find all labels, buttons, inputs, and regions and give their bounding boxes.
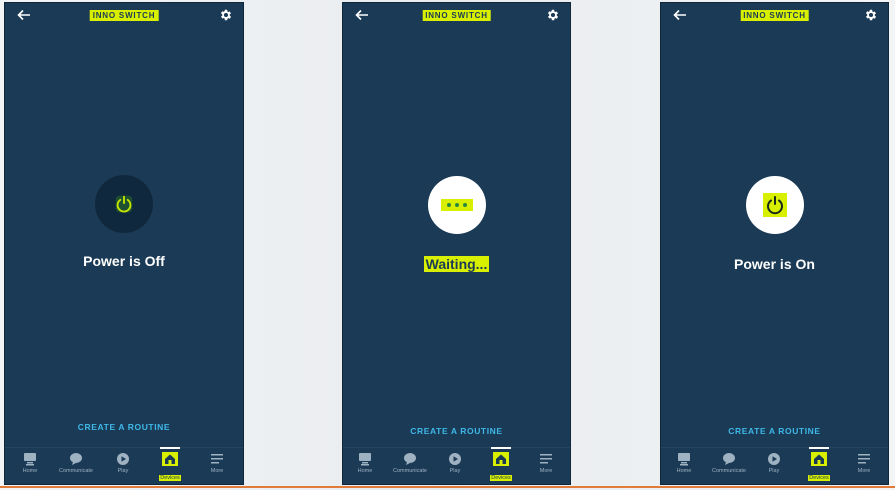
power-toggle-button[interactable] — [427, 176, 486, 234]
menu-icon — [858, 454, 870, 464]
chat-bubble-icon — [723, 453, 735, 465]
nav-more[interactable]: More — [526, 452, 566, 474]
back-arrow-icon[interactable] — [17, 9, 31, 21]
active-tab-indicator — [809, 447, 829, 449]
nav-play[interactable]: Play — [754, 452, 794, 474]
bottom-nav: Home Communicate Play Devices More — [661, 447, 888, 484]
menu-icon — [211, 454, 223, 464]
top-bar: INNO SWITCH — [343, 3, 570, 27]
home-icon — [359, 453, 371, 466]
create-routine-link[interactable]: CREATE A ROUTINE — [661, 426, 888, 436]
top-bar: INNO SWITCH — [661, 3, 888, 27]
power-toggle-button[interactable] — [745, 176, 804, 234]
device-title: INNO SWITCH — [89, 10, 159, 21]
back-arrow-icon[interactable] — [673, 9, 687, 21]
nav-more[interactable]: More — [197, 452, 237, 474]
device-title: INNO SWITCH — [422, 10, 491, 21]
power-icon — [762, 193, 787, 217]
home-icon — [24, 453, 36, 466]
active-tab-indicator — [491, 447, 511, 449]
ellipsis-icon — [440, 199, 473, 211]
nav-home[interactable]: Home — [345, 452, 385, 474]
gear-icon[interactable] — [546, 8, 560, 22]
power-status-text: Power is On — [734, 256, 815, 272]
bottom-nav: Home Communicate Play Devices More — [5, 447, 243, 484]
devices-home-icon — [493, 452, 509, 466]
nav-play[interactable]: Play — [103, 452, 143, 474]
active-tab-indicator — [160, 447, 180, 449]
nav-communicate[interactable]: Communicate — [709, 452, 749, 474]
bottom-separator-line — [0, 486, 895, 488]
nav-more[interactable]: More — [844, 452, 884, 474]
bottom-nav: Home Communicate Play Devices More — [343, 447, 570, 484]
phone-screen-power-off: INNO SWITCH Power is Off CREATE A ROUTIN… — [5, 3, 243, 484]
top-bar: INNO SWITCH — [5, 3, 243, 27]
nav-play[interactable]: Play — [435, 452, 475, 474]
power-toggle-button[interactable] — [95, 175, 153, 233]
phone-screen-waiting: INNO SWITCH Waiting... CREATE A ROUTINE … — [343, 3, 570, 484]
nav-home[interactable]: Home — [664, 452, 704, 474]
gear-icon[interactable] — [864, 8, 878, 22]
nav-devices[interactable]: Devices — [799, 447, 839, 484]
gear-icon[interactable] — [219, 8, 233, 22]
nav-devices[interactable]: Devices — [481, 447, 521, 484]
nav-communicate[interactable]: Communicate — [390, 452, 430, 474]
back-arrow-icon[interactable] — [355, 9, 369, 21]
play-icon — [117, 453, 129, 465]
devices-home-icon — [811, 452, 827, 466]
power-icon — [115, 195, 133, 213]
create-routine-link[interactable]: CREATE A ROUTINE — [343, 426, 570, 436]
phone-screen-power-on: INNO SWITCH Power is On CREATE A ROUTINE… — [661, 3, 888, 484]
play-icon — [449, 453, 461, 465]
power-status-text: Waiting... — [423, 256, 490, 272]
nav-communicate[interactable]: Communicate — [56, 452, 96, 474]
menu-icon — [540, 454, 552, 464]
nav-devices[interactable]: Devices — [150, 447, 190, 484]
devices-home-icon — [162, 452, 178, 466]
power-status-text: Power is Off — [83, 253, 165, 269]
nav-home[interactable]: Home — [10, 452, 50, 474]
create-routine-link[interactable]: CREATE A ROUTINE — [5, 422, 243, 432]
home-icon — [678, 453, 690, 466]
chat-bubble-icon — [70, 453, 82, 465]
device-title: INNO SWITCH — [740, 10, 809, 21]
chat-bubble-icon — [404, 453, 416, 465]
play-icon — [768, 453, 780, 465]
